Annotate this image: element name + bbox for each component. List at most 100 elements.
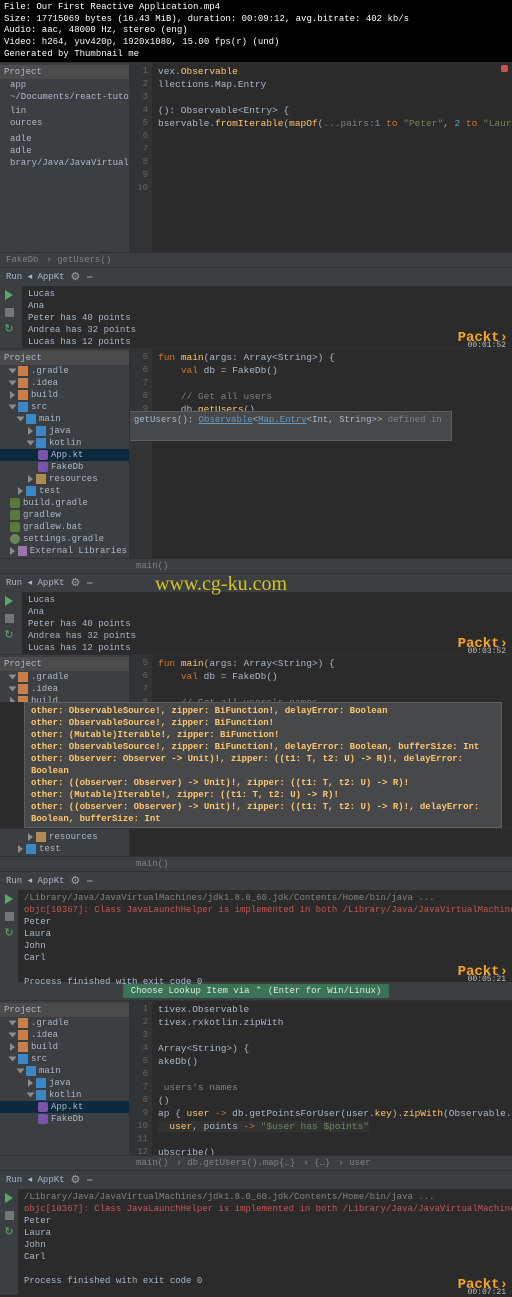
tree-item[interactable]: resources: [0, 831, 129, 843]
tree-item[interactable]: brary/Java/JavaVirtualMachines/: [0, 157, 129, 169]
expand-icon[interactable]: [17, 417, 25, 422]
tree-item[interactable]: test: [0, 485, 129, 497]
expand-icon[interactable]: [27, 1093, 35, 1098]
breadcrumb-bar[interactable]: main()› db.getUsers().map{…}› {…}› user: [0, 1155, 512, 1170]
breadcrumb-item[interactable]: user: [349, 1158, 371, 1168]
project-header[interactable]: Project: [0, 657, 129, 671]
tree-item[interactable]: main: [0, 413, 129, 425]
gear-icon[interactable]: ⚙ ⎯: [71, 1173, 93, 1187]
tree-item[interactable]: App.kt: [0, 1101, 129, 1113]
run-config-label[interactable]: Run ◂ AppKt: [6, 578, 65, 588]
tree-item[interactable]: build: [0, 389, 129, 401]
tree-item[interactable]: adle: [0, 145, 129, 157]
completion-item[interactable]: other: ObservableSource!, zipper: BiFunc…: [31, 717, 495, 729]
expand-icon[interactable]: [28, 833, 33, 841]
tree-item[interactable]: java: [0, 1077, 129, 1089]
tree-item[interactable]: App.kt: [0, 449, 129, 461]
tree-item[interactable]: kotlin: [0, 1089, 129, 1101]
rerun-button[interactable]: ↻: [2, 322, 16, 336]
tree-item[interactable]: src: [0, 401, 129, 413]
code-editor[interactable]: 12345678910111213 tivex.Observable tivex…: [130, 1001, 512, 1155]
stop-button[interactable]: [2, 611, 16, 625]
code-content[interactable]: fun main(args: Array<String>) { val db =…: [154, 655, 512, 702]
expand-icon[interactable]: [28, 427, 33, 435]
code-editor[interactable]: 5678910 fun main(args: Array<String>) { …: [130, 655, 512, 702]
terminal-output[interactable]: /Library/Java/JavaVirtualMachines/jdk1.8…: [18, 890, 512, 982]
stop-button[interactable]: [2, 1208, 16, 1222]
project-sidebar[interactable]: Project .gradle.ideabuildsrcmainjavakotl…: [0, 349, 130, 558]
completion-item[interactable]: other: ((observer: Observer) -> Unit)!, …: [31, 777, 495, 789]
stop-button[interactable]: [2, 909, 16, 923]
expand-icon[interactable]: [9, 675, 17, 680]
tree-item[interactable]: kotlin: [0, 437, 129, 449]
tree-item[interactable]: .idea: [0, 377, 129, 389]
completion-item[interactable]: other: (Mutable)Iterable!, zipper: ((t1:…: [31, 789, 495, 801]
tree-item[interactable]: ources: [0, 117, 129, 129]
breadcrumb-item[interactable]: main(): [136, 859, 168, 869]
expand-icon[interactable]: [9, 405, 17, 410]
tree-item[interactable]: src: [0, 1053, 129, 1065]
gear-icon[interactable]: ⚙ ⎯: [71, 576, 93, 590]
project-header[interactable]: Project: [0, 351, 129, 365]
expand-icon[interactable]: [9, 1057, 17, 1062]
error-indicator-icon[interactable]: [501, 65, 508, 72]
gear-icon[interactable]: ⚙ ⎯: [71, 874, 93, 888]
tree-item[interactable]: FakeDb: [0, 1113, 129, 1125]
terminal-output[interactable]: Lucas Ana Peter has 40 points Andrea has…: [22, 286, 512, 348]
tree-item[interactable]: adle: [0, 133, 129, 145]
project-header[interactable]: Project: [0, 1003, 129, 1017]
tree-item[interactable]: test: [0, 843, 129, 855]
tree-item[interactable]: gradlew: [0, 509, 129, 521]
breadcrumb-bar[interactable]: main(): [0, 856, 512, 871]
completion-item[interactable]: other: ((observer: Observer) -> Unit)!, …: [31, 801, 495, 825]
tree-item[interactable]: External Libraries: [0, 545, 129, 557]
tree-item[interactable]: java: [0, 425, 129, 437]
breadcrumb-item[interactable]: main(): [136, 1158, 168, 1168]
breadcrumb-bar[interactable]: FakeDb› getUsers(): [0, 252, 512, 267]
expand-icon[interactable]: [9, 1021, 17, 1026]
tree-item[interactable]: .gradle: [0, 1017, 129, 1029]
completion-popup[interactable]: other: ObservableSource!, zipper: BiFunc…: [24, 702, 502, 828]
code-content[interactable]: vex.Observable llections.Map.Entry (): O…: [154, 63, 512, 132]
expand-icon[interactable]: [10, 547, 15, 555]
project-header[interactable]: Project: [0, 65, 129, 79]
tree-item[interactable]: build: [0, 695, 129, 702]
expand-icon[interactable]: [9, 369, 17, 374]
run-toolbar[interactable]: Run ◂ AppKt ⚙ ⎯: [0, 573, 512, 592]
breadcrumb-item[interactable]: FakeDb: [6, 255, 38, 265]
terminal-output[interactable]: Lucas Ana Peter has 40 points Andrea has…: [22, 592, 512, 654]
tree-item[interactable]: build.gradle: [0, 497, 129, 509]
tree-item[interactable]: resources: [0, 473, 129, 485]
tree-item[interactable]: build: [0, 1041, 129, 1053]
breadcrumb-bar[interactable]: main(): [0, 558, 512, 573]
breadcrumb-item[interactable]: {…}: [314, 1158, 330, 1168]
stop-button[interactable]: [2, 305, 16, 319]
completion-item[interactable]: other: ObservableSource!, zipper: BiFunc…: [31, 741, 495, 753]
run-config-label[interactable]: Run ◂ AppKt: [6, 272, 65, 282]
run-button[interactable]: [2, 594, 16, 608]
run-button[interactable]: [2, 1191, 16, 1205]
project-sidebar[interactable]: resourcestest: [0, 829, 130, 856]
run-button[interactable]: [2, 892, 16, 906]
breadcrumb-item[interactable]: main(): [136, 561, 168, 571]
expand-icon[interactable]: [10, 697, 15, 702]
expand-icon[interactable]: [18, 845, 23, 853]
completion-item[interactable]: other: (Mutable)Iterable!, zipper: BiFun…: [31, 729, 495, 741]
rerun-button[interactable]: ↻: [2, 628, 16, 642]
tree-item[interactable]: lin: [0, 105, 129, 117]
run-button[interactable]: [2, 288, 16, 302]
project-sidebar[interactable]: Project app~/Documents/react-tutorialino…: [0, 63, 130, 252]
tree-item[interactable]: settings.gradle: [0, 533, 129, 545]
expand-icon[interactable]: [9, 381, 17, 386]
terminal-output[interactable]: /Library/Java/JavaVirtualMachines/jdk1.8…: [18, 1189, 512, 1295]
tree-item[interactable]: ~/Documents/react-tutoria: [0, 91, 129, 103]
breadcrumb-item[interactable]: db.getUsers().map{…}: [187, 1158, 295, 1168]
expand-icon[interactable]: [9, 1033, 17, 1038]
expand-icon[interactable]: [10, 391, 15, 399]
expand-icon[interactable]: [9, 687, 17, 692]
rerun-button[interactable]: ↻: [2, 1225, 16, 1239]
code-content[interactable]: tivex.Observable tivex.rxkotlin.zipWith …: [154, 1001, 512, 1155]
expand-icon[interactable]: [10, 1043, 15, 1051]
run-config-label[interactable]: Run ◂ AppKt: [6, 1175, 65, 1185]
run-config-label[interactable]: Run ◂ AppKt: [6, 876, 65, 886]
